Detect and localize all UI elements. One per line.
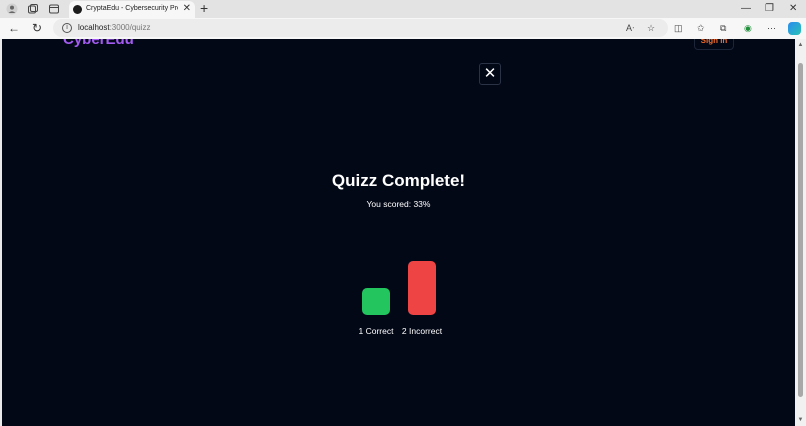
url-host: localhost (78, 23, 110, 32)
close-button[interactable]: ✕ (479, 63, 501, 85)
incorrect-bar (408, 261, 436, 315)
read-aloud-icon[interactable]: Aᐧ (626, 22, 634, 34)
scroll-down-icon[interactable]: ▼ (797, 417, 804, 423)
minimize-icon[interactable]: — (741, 3, 751, 15)
site-favicon-icon (73, 5, 82, 14)
refresh-icon[interactable]: ↻ (30, 21, 44, 35)
new-tab-icon[interactable]: + (200, 1, 208, 16)
sign-in-button[interactable]: Sign In (694, 39, 734, 50)
back-icon[interactable]: ← (7, 21, 21, 35)
scrollbar-thumb[interactable] (798, 63, 803, 397)
correct-bar (362, 288, 390, 315)
address-bar[interactable]: i localhost:3000/quizz (53, 19, 668, 37)
profile-icon[interactable] (6, 3, 18, 15)
browser-toolbar: ← ↻ i localhost:3000/quizz Aᐧ ☆ ◫ ✩ ⧉ ◉ … (0, 18, 806, 39)
quiz-complete-title: Quizz Complete! (331, 171, 466, 190)
site-info-icon[interactable]: i (62, 23, 72, 33)
tab-title: CryptaEdu - Cybersecurity Preven (86, 5, 178, 12)
restore-icon[interactable]: ❐ (765, 3, 774, 15)
favorites-icon[interactable]: ✩ (697, 22, 705, 34)
tab-close-icon[interactable]: ✕ (183, 3, 191, 15)
scroll-up-icon[interactable]: ▲ (797, 42, 804, 48)
workspaces-icon[interactable] (27, 3, 39, 15)
page-scrollbar[interactable]: ▲ ▼ (795, 39, 806, 426)
browser-tab[interactable]: CryptaEdu - Cybersecurity Preven ✕ (69, 1, 195, 18)
url-path: :3000/quizz (109, 23, 151, 32)
score-text: You scored: 33% (366, 199, 431, 209)
favorite-star-icon[interactable]: ☆ (647, 22, 655, 34)
tab-strip: CryptaEdu - Cybersecurity Preven ✕ + — ❐… (0, 0, 806, 18)
window-close-icon[interactable]: ✕ (789, 3, 797, 15)
browser-essentials-icon[interactable]: ◉ (744, 22, 752, 34)
incorrect-label: 2 Incorrect (401, 326, 443, 336)
more-menu-icon[interactable]: ⋯ (767, 22, 776, 34)
url-text: localhost:3000/quizz (78, 22, 151, 33)
page-viewport: CyberEdu Sign In ✕ Quizz Complete! You s… (2, 39, 795, 426)
copilot-icon[interactable] (788, 22, 801, 35)
split-screen-icon[interactable]: ◫ (674, 22, 683, 34)
collections-icon[interactable]: ⧉ (720, 22, 726, 34)
tab-actions-icon[interactable] (48, 3, 60, 15)
site-logo[interactable]: CyberEdu (63, 39, 134, 49)
